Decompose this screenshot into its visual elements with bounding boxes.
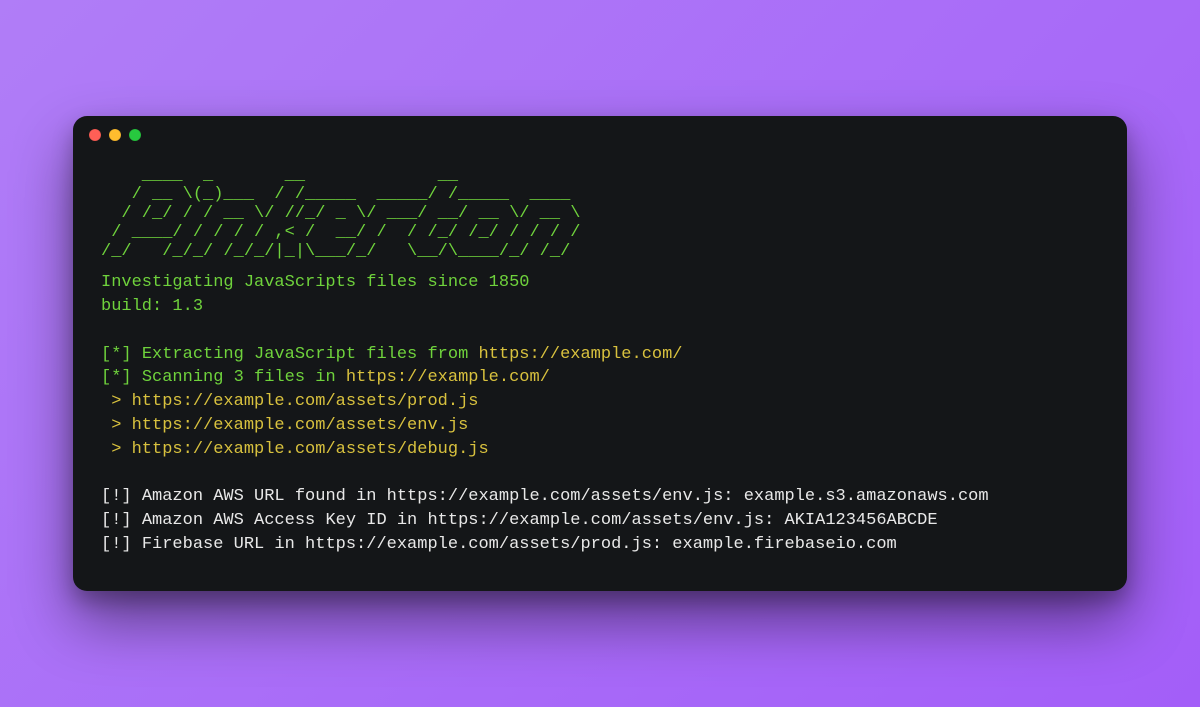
finding-text: Amazon AWS URL found in https://example.… [142, 487, 989, 506]
finding-text: Amazon AWS Access Key ID in https://exam… [142, 511, 938, 530]
file-prefix: > [101, 416, 132, 435]
ascii-banner: ____ _ __ __ / __ \(_)___ / /_____ _____… [101, 166, 1099, 261]
finding-line: [!] Amazon AWS URL found in https://exam… [101, 485, 1099, 509]
window-zoom-icon[interactable] [129, 129, 141, 141]
status-marker: [*] [101, 345, 132, 364]
status-scan-text: Scanning 3 files in [142, 368, 346, 387]
finding-marker: [!] [101, 511, 132, 530]
file-url: https://example.com/assets/env.js [132, 416, 469, 435]
terminal-window: ____ _ __ __ / __ \(_)___ / /_____ _____… [73, 116, 1127, 591]
file-url: https://example.com/assets/debug.js [132, 440, 489, 459]
tagline-text: Investigating JavaScripts files since 18… [101, 271, 1099, 295]
file-item: > https://example.com/assets/env.js [101, 414, 1099, 438]
finding-marker: [!] [101, 535, 132, 554]
status-extract-text: Extracting JavaScript files from [142, 345, 479, 364]
window-minimize-icon[interactable] [109, 129, 121, 141]
file-item: > https://example.com/assets/debug.js [101, 438, 1099, 462]
file-prefix: > [101, 392, 132, 411]
status-extract-line: [*] Extracting JavaScript files from htt… [101, 343, 1099, 367]
window-titlebar [73, 116, 1127, 154]
status-scan-line: [*] Scanning 3 files in https://example.… [101, 366, 1099, 390]
finding-text: Firebase URL in https://example.com/asse… [142, 535, 897, 554]
build-text: build: 1.3 [101, 295, 1099, 319]
finding-line: [!] Amazon AWS Access Key ID in https://… [101, 509, 1099, 533]
file-item: > https://example.com/assets/prod.js [101, 390, 1099, 414]
finding-line: [!] Firebase URL in https://example.com/… [101, 533, 1099, 557]
file-url: https://example.com/assets/prod.js [132, 392, 479, 411]
file-prefix: > [101, 440, 132, 459]
status-marker: [*] [101, 368, 132, 387]
window-close-icon[interactable] [89, 129, 101, 141]
status-scan-url: https://example.com/ [346, 368, 550, 387]
status-extract-url: https://example.com/ [478, 345, 682, 364]
finding-marker: [!] [101, 487, 132, 506]
terminal-body: ____ _ __ __ / __ \(_)___ / /_____ _____… [73, 154, 1127, 591]
